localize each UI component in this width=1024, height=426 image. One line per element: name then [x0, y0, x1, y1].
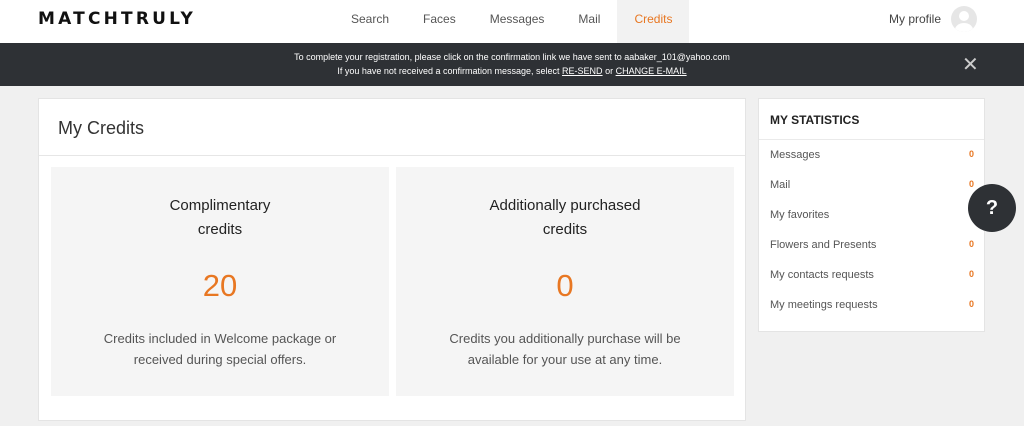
card-desc-line-1: Credits included in Welcome package or	[103, 331, 337, 346]
stat-meetings-requests[interactable]: My meetings requests 0	[770, 296, 974, 316]
card-title-line-1: Additionally purchased	[489, 197, 641, 214]
close-icon[interactable]: ✕	[962, 55, 979, 75]
card-title-line-1: Complimentary	[169, 197, 271, 214]
my-profile-label: My profile	[889, 12, 942, 26]
nav-credits[interactable]: Credits	[617, 0, 690, 43]
complimentary-credits-description: Credits included in Welcome package or r…	[51, 328, 389, 370]
card-desc-line-2: available for your use at any time.	[467, 352, 663, 367]
stat-contacts-requests[interactable]: My contacts requests 0	[770, 266, 974, 286]
nav-mail[interactable]: Mail	[561, 0, 617, 43]
card-title-line-2: credits	[542, 221, 588, 238]
site-logo[interactable]: MATCHTRULY	[38, 9, 196, 29]
stat-value: 0	[968, 269, 974, 279]
my-statistics-panel: MY STATISTICS Messages 0 Mail 0 My favor…	[758, 98, 985, 332]
stat-value: 0	[968, 149, 974, 159]
complimentary-credits-title: Complimentary credits	[51, 194, 389, 242]
stat-value: 0	[968, 299, 974, 309]
stat-my-favorites[interactable]: My favorites 0	[770, 206, 974, 226]
card-desc-line-2: received during special offers.	[133, 352, 307, 367]
card-title-line-2: credits	[197, 221, 243, 238]
nav-search[interactable]: Search	[334, 0, 406, 43]
divider	[39, 155, 745, 156]
avatar[interactable]	[951, 6, 978, 32]
top-navigation-bar: MATCHTRULY Search Faces Messages Mail Cr…	[0, 0, 1024, 43]
stat-label: Mail	[770, 179, 791, 191]
stat-label: Messages	[770, 149, 821, 161]
notice-or-text: or	[605, 66, 614, 76]
change-email-link[interactable]: CHANGE E-MAIL	[616, 66, 687, 76]
complimentary-credits-card: Complimentary credits 20 Credits include…	[51, 167, 389, 396]
card-desc-line-1: Credits you additionally purchase will b…	[449, 331, 681, 346]
stat-messages[interactable]: Messages 0	[770, 146, 974, 166]
my-credits-panel: My Credits Complimentary credits 20 Cred…	[38, 98, 746, 421]
stat-label: Flowers and Presents	[770, 239, 877, 251]
main-nav: Search Faces Messages Mail Credits	[334, 0, 690, 43]
complimentary-credits-value: 20	[202, 268, 238, 303]
purchased-credits-card: Additionally purchased credits 0 Credits…	[396, 167, 734, 396]
notice-line-1: To complete your registration, please cl…	[294, 52, 730, 62]
my-profile-link[interactable]: My profile	[889, 0, 978, 38]
help-button[interactable]: ?	[968, 184, 1016, 232]
notice-line-2: If you have not received a confirmation …	[0, 66, 1024, 76]
stat-label: My contacts requests	[770, 269, 874, 281]
statistics-title: MY STATISTICS	[770, 113, 860, 127]
help-question-icon: ?	[985, 197, 999, 219]
resend-link[interactable]: RE-SEND	[562, 66, 603, 76]
purchased-credits-value: 0	[556, 268, 574, 303]
stat-value: 0	[968, 239, 974, 249]
divider	[759, 139, 984, 140]
purchased-credits-title: Additionally purchased credits	[396, 194, 734, 242]
notice-line-2-text: If you have not received a confirmation …	[337, 66, 560, 76]
page-title: My Credits	[58, 118, 145, 138]
stat-value: 0	[968, 179, 974, 189]
registration-notice-banner: To complete your registration, please cl…	[0, 43, 1024, 86]
nav-faces[interactable]: Faces	[406, 0, 473, 43]
stat-label: My meetings requests	[770, 299, 878, 311]
purchased-credits-description: Credits you additionally purchase will b…	[396, 328, 734, 370]
stat-mail[interactable]: Mail 0	[770, 176, 974, 196]
stat-label: My favorites	[770, 209, 830, 221]
stat-flowers-and-presents[interactable]: Flowers and Presents 0	[770, 236, 974, 256]
nav-messages[interactable]: Messages	[473, 0, 562, 43]
